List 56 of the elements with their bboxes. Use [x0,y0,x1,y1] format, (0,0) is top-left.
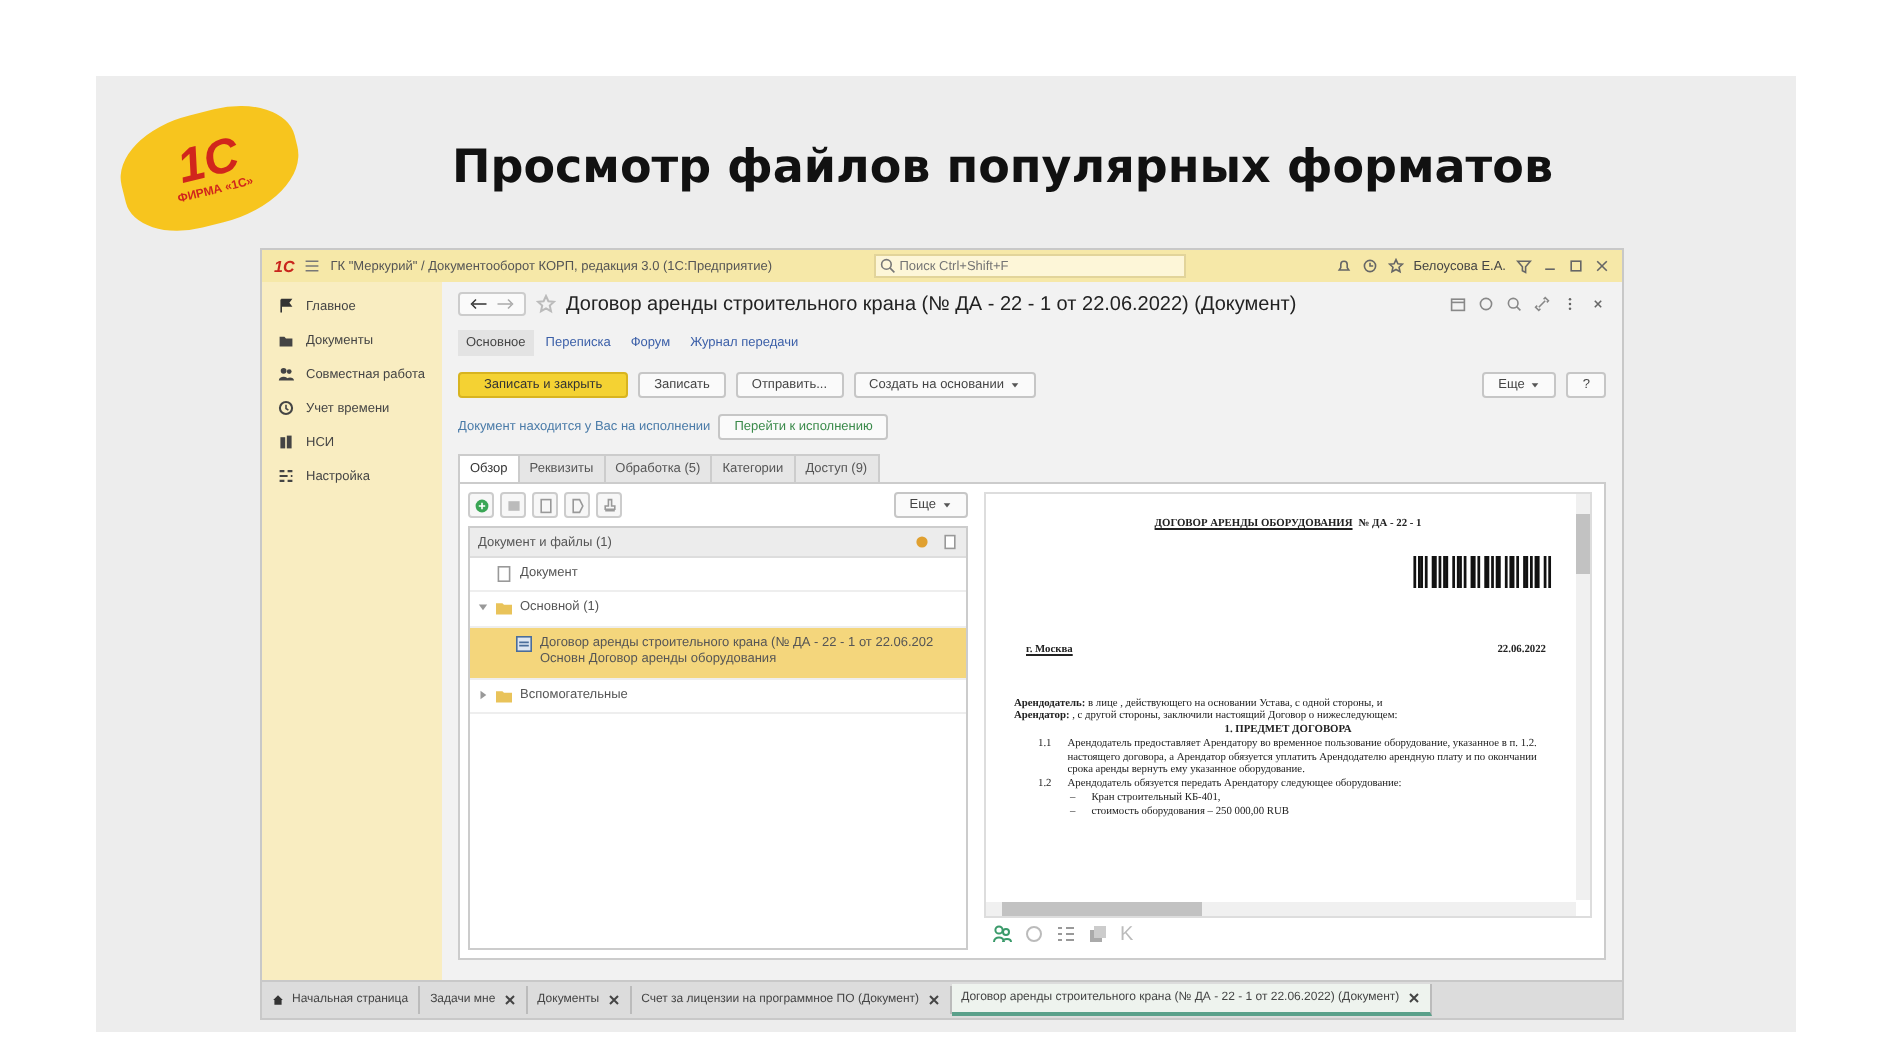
sign-button[interactable] [596,492,622,518]
menu-icon[interactable] [304,258,321,274]
home-icon [272,994,284,1006]
flag-circle-icon[interactable] [914,534,930,550]
folder-icon [278,332,294,348]
search-icon [879,258,896,274]
history-icon[interactable] [1361,258,1378,274]
document-icon [496,566,512,582]
add-button[interactable] [468,492,494,518]
document-title: Договор аренды строительного крана (№ ДА - 22 - 1 от 22.06.2022) (Документ) [566,293,1299,315]
star-icon[interactable] [536,294,556,314]
bell-icon[interactable] [1335,258,1352,274]
horizontal-scrollbar[interactable] [986,902,1576,916]
caret-icon [1530,379,1541,389]
back-forward-buttons[interactable] [458,292,526,316]
list-icon[interactable] [1056,924,1076,944]
close-icon[interactable] [607,994,620,1006]
circle-icon[interactable] [1024,924,1044,944]
caret-icon [1009,379,1020,389]
star-icon[interactable] [1387,258,1404,274]
page-arrow-icon [569,497,585,513]
search-icon[interactable] [1506,296,1522,312]
forward-arrow-icon[interactable] [496,298,514,310]
expand-caret-icon[interactable] [478,689,488,700]
clock-icon [278,400,294,416]
flag-icon [278,298,294,314]
scanner-icon [505,497,521,513]
caret-icon [942,500,952,510]
scan-button[interactable] [500,492,526,518]
vertical-scrollbar[interactable] [1576,494,1590,900]
folder-icon [496,687,512,704]
folder-icon [496,600,512,617]
page-icon [537,497,553,513]
app-logo: 1С [274,257,295,275]
people-icon [278,366,294,382]
page-icon[interactable] [942,534,958,550]
template-button[interactable] [564,492,590,518]
close-icon[interactable] [1594,258,1610,274]
stamp-icon [601,497,617,513]
close-icon[interactable] [927,994,940,1006]
expand-caret-icon[interactable] [478,602,488,613]
file-icon [516,635,532,652]
funnel-icon[interactable] [1516,258,1532,274]
people-icon[interactable] [992,924,1012,944]
close-icon[interactable] [1407,992,1420,1004]
slide-title: Просмотр файлов популярных форматов [452,142,1553,194]
calendar-icon[interactable] [1450,296,1466,312]
stack-icon[interactable] [1088,924,1108,944]
close-icon[interactable] [503,994,516,1006]
maximize-icon[interactable] [1568,258,1584,274]
settings-icon [278,468,294,484]
books-icon [278,434,294,450]
plus-circle-icon [473,497,489,513]
new-file-button[interactable] [532,492,558,518]
close-icon[interactable] [1590,296,1606,312]
back-arrow-icon[interactable] [470,298,488,310]
